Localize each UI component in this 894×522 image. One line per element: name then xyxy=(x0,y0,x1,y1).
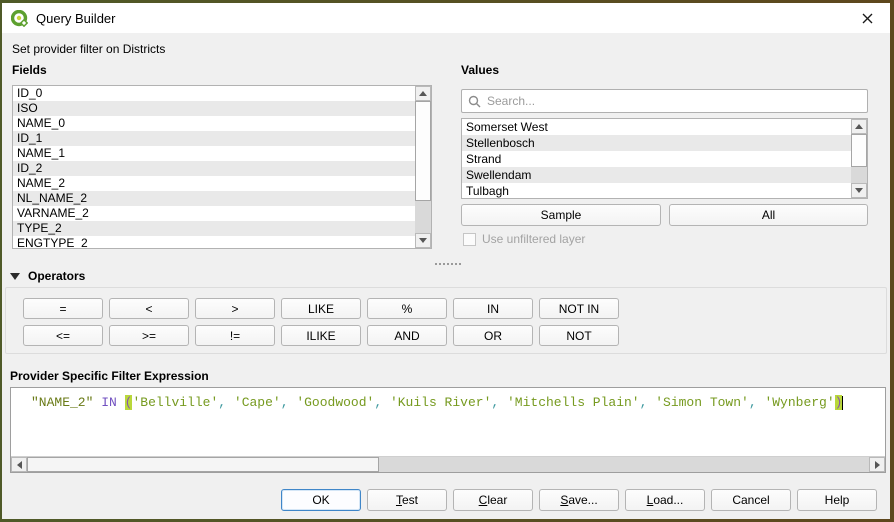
fields-section-label: Fields xyxy=(12,63,47,77)
values-list[interactable]: Somerset WestStellenboschStrandSwellenda… xyxy=(461,118,868,199)
operator-button--[interactable]: != xyxy=(195,325,275,346)
expression-token-string: 'Mitchells Plain' xyxy=(507,395,640,410)
expression-token-string: 'Goodwood' xyxy=(296,395,374,410)
filter-expression-text[interactable]: "NAME_2" IN ('Bellville', 'Cape', 'Goodw… xyxy=(31,395,843,410)
cancel-button[interactable]: Cancel xyxy=(711,489,791,511)
operator-button-in[interactable]: IN xyxy=(453,298,533,319)
operators-row-1: = < > LIKE% IN NOT IN xyxy=(23,298,619,319)
operator-button--[interactable]: <= xyxy=(23,325,103,346)
scroll-right-icon[interactable] xyxy=(869,457,885,472)
field-item[interactable]: ENGTYPE_2 xyxy=(13,236,415,249)
field-item[interactable]: NAME_2 xyxy=(13,176,415,191)
filter-expression-editor[interactable]: "NAME_2" IN ('Bellville', 'Cape', 'Goodw… xyxy=(10,387,886,473)
expression-hscrollbar-thumb[interactable] xyxy=(27,457,379,472)
footer-button-row: OK Test Clear Save... Load... Cancel Help xyxy=(281,489,877,511)
operator-button-not[interactable]: NOT xyxy=(539,325,619,346)
operator-button-like[interactable]: LIKE xyxy=(281,298,361,319)
field-item[interactable]: TYPE_2 xyxy=(13,221,415,236)
values-search-input[interactable] xyxy=(487,94,861,108)
dialog-subtitle: Set provider filter on Districts xyxy=(12,42,165,56)
expression-token-comma: , xyxy=(218,395,234,410)
fields-list[interactable]: ID_0ISONAME_0ID_1NAME_1ID_2NAME_2NL_NAME… xyxy=(12,85,432,249)
scroll-down-icon[interactable] xyxy=(851,183,867,198)
operator-button--[interactable]: < xyxy=(109,298,189,319)
chevron-down-icon xyxy=(10,273,20,280)
field-item[interactable]: NAME_0 xyxy=(13,116,415,131)
operator-button--[interactable]: >= xyxy=(109,325,189,346)
operator-button-not-in[interactable]: NOT IN xyxy=(539,298,619,319)
field-item[interactable]: ID_0 xyxy=(13,86,415,101)
operators-row-2: <= >= != ILIKE AND OR NOT xyxy=(23,325,619,346)
operator-button-or[interactable]: OR xyxy=(453,325,533,346)
operator-button-ilike[interactable]: ILIKE xyxy=(281,325,361,346)
expression-token-string: 'Cape' xyxy=(234,395,281,410)
fields-list-rows: ID_0ISONAME_0ID_1NAME_1ID_2NAME_2NL_NAME… xyxy=(13,86,415,248)
scroll-down-icon[interactable] xyxy=(415,233,431,248)
expression-token-identifier: "NAME_2" xyxy=(31,395,93,410)
expression-token-comma: , xyxy=(374,395,390,410)
scroll-left-icon[interactable] xyxy=(11,457,27,472)
operator-button--[interactable]: = xyxy=(23,298,103,319)
expression-token-string: 'Kuils River' xyxy=(390,395,491,410)
expression-token-comma: , xyxy=(281,395,297,410)
expression-token-comma: , xyxy=(491,395,507,410)
operators-collapse-header[interactable]: Operators xyxy=(10,269,85,283)
value-item[interactable]: Swellendam xyxy=(462,167,851,183)
clear-button[interactable]: Clear xyxy=(453,489,533,511)
value-item[interactable]: Tulbagh xyxy=(462,183,851,199)
checkbox-label: Use unfiltered layer xyxy=(482,232,585,246)
expression-token-string: 'Bellville' xyxy=(132,395,218,410)
splitter-handle[interactable] xyxy=(435,263,461,265)
expression-token-comma: , xyxy=(749,395,765,410)
field-item[interactable]: ID_1 xyxy=(13,131,415,146)
test-button[interactable]: Test xyxy=(367,489,447,511)
value-item[interactable]: Somerset West xyxy=(462,119,851,135)
value-item[interactable]: Strand xyxy=(462,151,851,167)
field-item[interactable]: VARNAME_2 xyxy=(13,206,415,221)
save-button[interactable]: Save... xyxy=(539,489,619,511)
values-section-label: Values xyxy=(461,63,499,77)
help-button[interactable]: Help xyxy=(797,489,877,511)
close-button[interactable] xyxy=(853,4,881,32)
field-item[interactable]: ISO xyxy=(13,101,415,116)
load-button[interactable]: Load... xyxy=(625,489,705,511)
expression-hscrollbar[interactable] xyxy=(11,456,885,472)
screen-background: Query Builder Set provider filter on Dis… xyxy=(0,0,894,522)
operator-button-and[interactable]: AND xyxy=(367,325,447,346)
field-item[interactable]: ID_2 xyxy=(13,161,415,176)
search-icon xyxy=(468,95,481,108)
all-button[interactable]: All xyxy=(669,204,868,226)
ok-button[interactable]: OK xyxy=(281,489,361,511)
expression-token-plain xyxy=(117,395,125,410)
expression-token-string: 'Wynberg' xyxy=(764,395,834,410)
close-icon xyxy=(862,13,873,24)
text-caret xyxy=(842,396,843,410)
operators-section-label: Operators xyxy=(28,269,85,283)
use-unfiltered-layer-checkbox[interactable]: Use unfiltered layer xyxy=(463,232,585,246)
expression-token-bracket: ) xyxy=(835,395,843,410)
field-item[interactable]: NL_NAME_2 xyxy=(13,191,415,206)
checkbox-box[interactable] xyxy=(463,233,476,246)
fields-scrollbar-thumb[interactable] xyxy=(415,101,431,201)
fields-scrollbar[interactable] xyxy=(415,86,431,248)
operator-button--[interactable]: % xyxy=(367,298,447,319)
operator-button--[interactable]: > xyxy=(195,298,275,319)
expression-token-comma: , xyxy=(640,395,656,410)
values-search-box[interactable] xyxy=(461,89,868,113)
values-scrollbar-thumb[interactable] xyxy=(851,134,867,167)
field-item[interactable]: NAME_1 xyxy=(13,146,415,161)
sample-button[interactable]: Sample xyxy=(461,204,661,226)
scroll-up-icon[interactable] xyxy=(851,119,867,134)
window-title: Query Builder xyxy=(36,11,115,26)
expression-token-keyword: IN xyxy=(101,395,117,410)
values-scrollbar[interactable] xyxy=(851,119,867,198)
scroll-up-icon[interactable] xyxy=(415,86,431,101)
qgis-logo-icon xyxy=(11,10,28,27)
values-list-rows: Somerset WestStellenboschStrandSwellenda… xyxy=(462,119,851,198)
expression-section-label: Provider Specific Filter Expression xyxy=(10,369,209,383)
query-builder-dialog: Query Builder Set provider filter on Dis… xyxy=(2,3,890,519)
value-item[interactable]: Stellenbosch xyxy=(462,135,851,151)
expression-token-string: 'Simon Town' xyxy=(655,395,749,410)
title-bar[interactable]: Query Builder xyxy=(2,3,890,33)
